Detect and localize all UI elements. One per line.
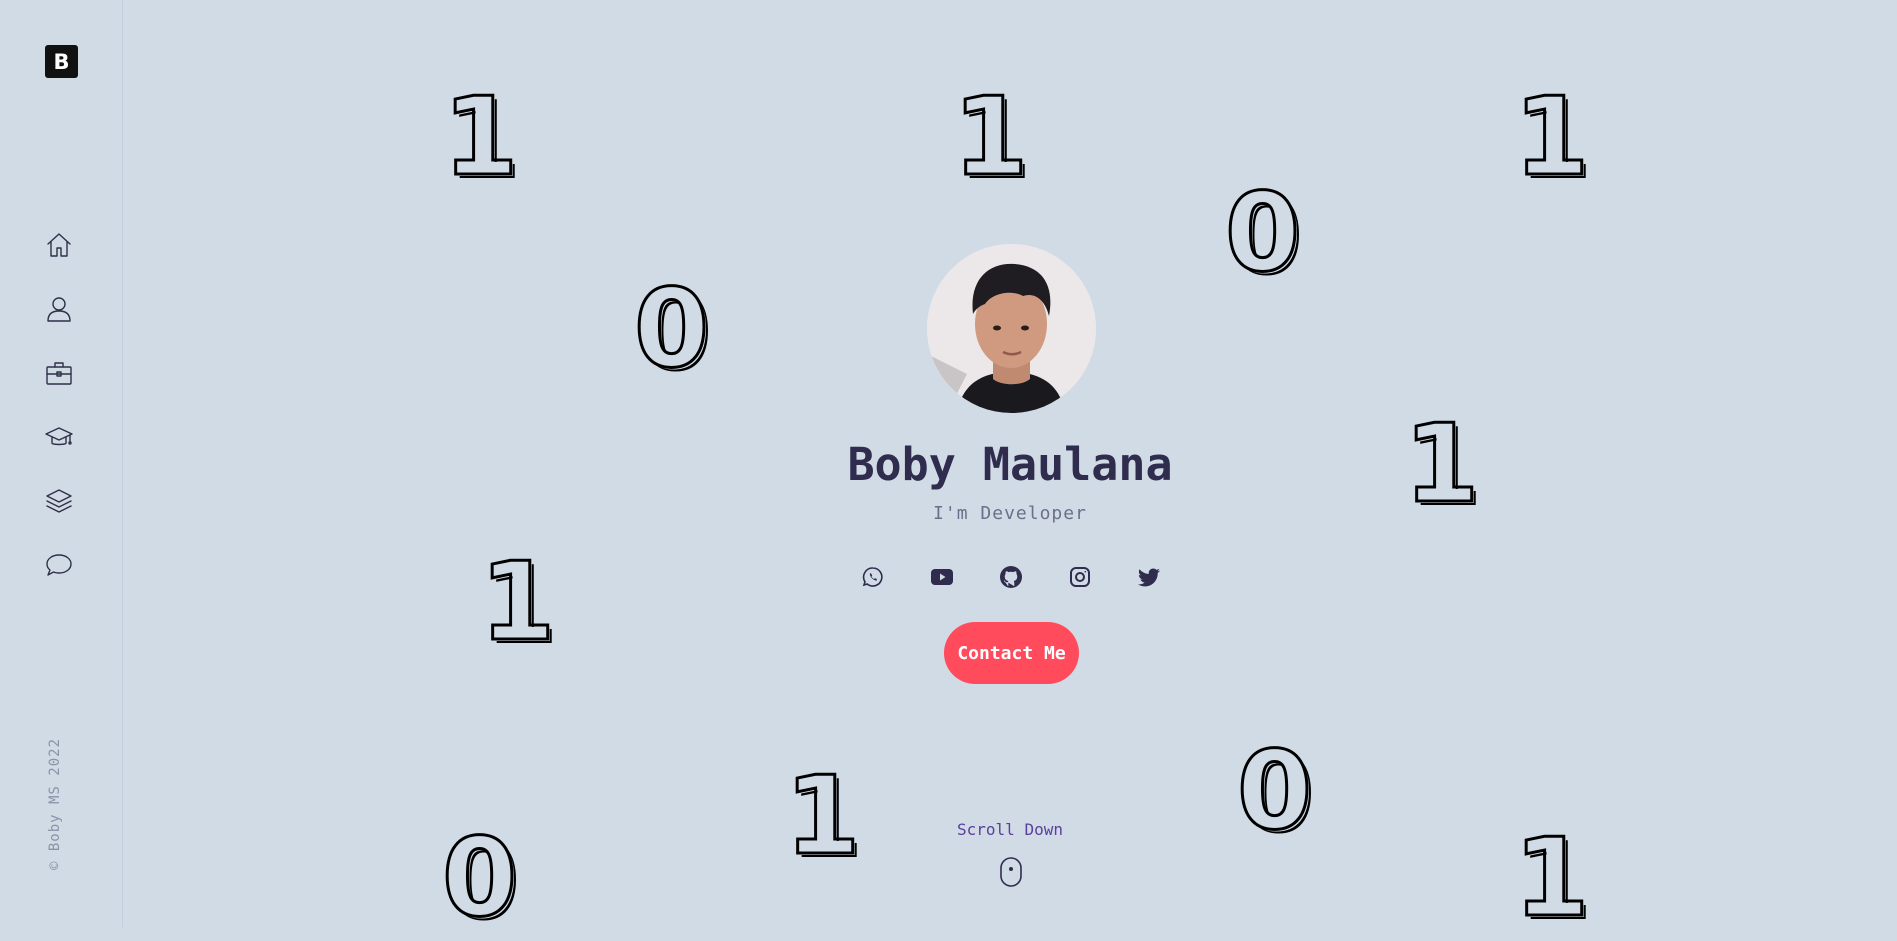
background-digit: 1 <box>478 540 556 665</box>
graduation-cap-icon <box>45 427 73 446</box>
profile-name: Boby Maulana <box>847 438 1173 491</box>
scroll-down-label[interactable]: Scroll Down <box>123 820 1897 839</box>
avatar <box>927 244 1096 413</box>
background-digit: 0 <box>632 267 710 392</box>
instagram-icon <box>1070 567 1090 587</box>
github-link[interactable] <box>999 565 1023 589</box>
background-digit: 0 <box>1223 171 1301 296</box>
hero-section: 1 1 1 0 0 1 1 1 0 0 1 Boby Maulana I'm D… <box>123 0 1897 934</box>
background-digit: 1 <box>1512 816 1590 941</box>
nav-contact[interactable] <box>43 549 75 581</box>
github-icon <box>1000 566 1022 588</box>
background-digit: 0 <box>440 816 518 941</box>
briefcase-icon <box>46 362 72 385</box>
sidebar: B © Boby MS 2022 <box>0 0 123 927</box>
whatsapp-icon <box>862 567 883 587</box>
instagram-link[interactable] <box>1068 565 1092 589</box>
background-digit: 1 <box>951 75 1029 200</box>
nav-portfolio[interactable] <box>43 485 75 517</box>
copyright: © Boby MS 2022 <box>47 737 63 870</box>
contact-button[interactable]: Contact Me <box>944 622 1079 684</box>
whatsapp-link[interactable] <box>861 565 885 589</box>
twitter-icon <box>1138 568 1160 587</box>
mouse-scroll-icon[interactable] <box>999 857 1023 887</box>
nav-experience[interactable] <box>43 357 75 389</box>
profile-role: I'm Developer <box>933 503 1087 524</box>
background-digit: 1 <box>441 75 519 200</box>
social-links <box>861 564 1161 590</box>
nav-education[interactable] <box>43 421 75 453</box>
background-digit: 1 <box>783 754 861 879</box>
youtube-icon <box>931 569 953 585</box>
sidebar-nav <box>43 229 75 613</box>
background-digit: 1 <box>1512 75 1590 200</box>
nav-about[interactable] <box>43 293 75 325</box>
layers-icon <box>46 489 72 513</box>
youtube-link[interactable] <box>930 565 954 589</box>
user-icon <box>47 297 71 322</box>
chat-icon <box>46 554 72 576</box>
nav-home[interactable] <box>43 229 75 261</box>
profile-photo <box>927 244 1096 413</box>
logo[interactable]: B <box>45 45 78 78</box>
twitter-link[interactable] <box>1137 565 1161 589</box>
home-icon <box>47 233 71 257</box>
